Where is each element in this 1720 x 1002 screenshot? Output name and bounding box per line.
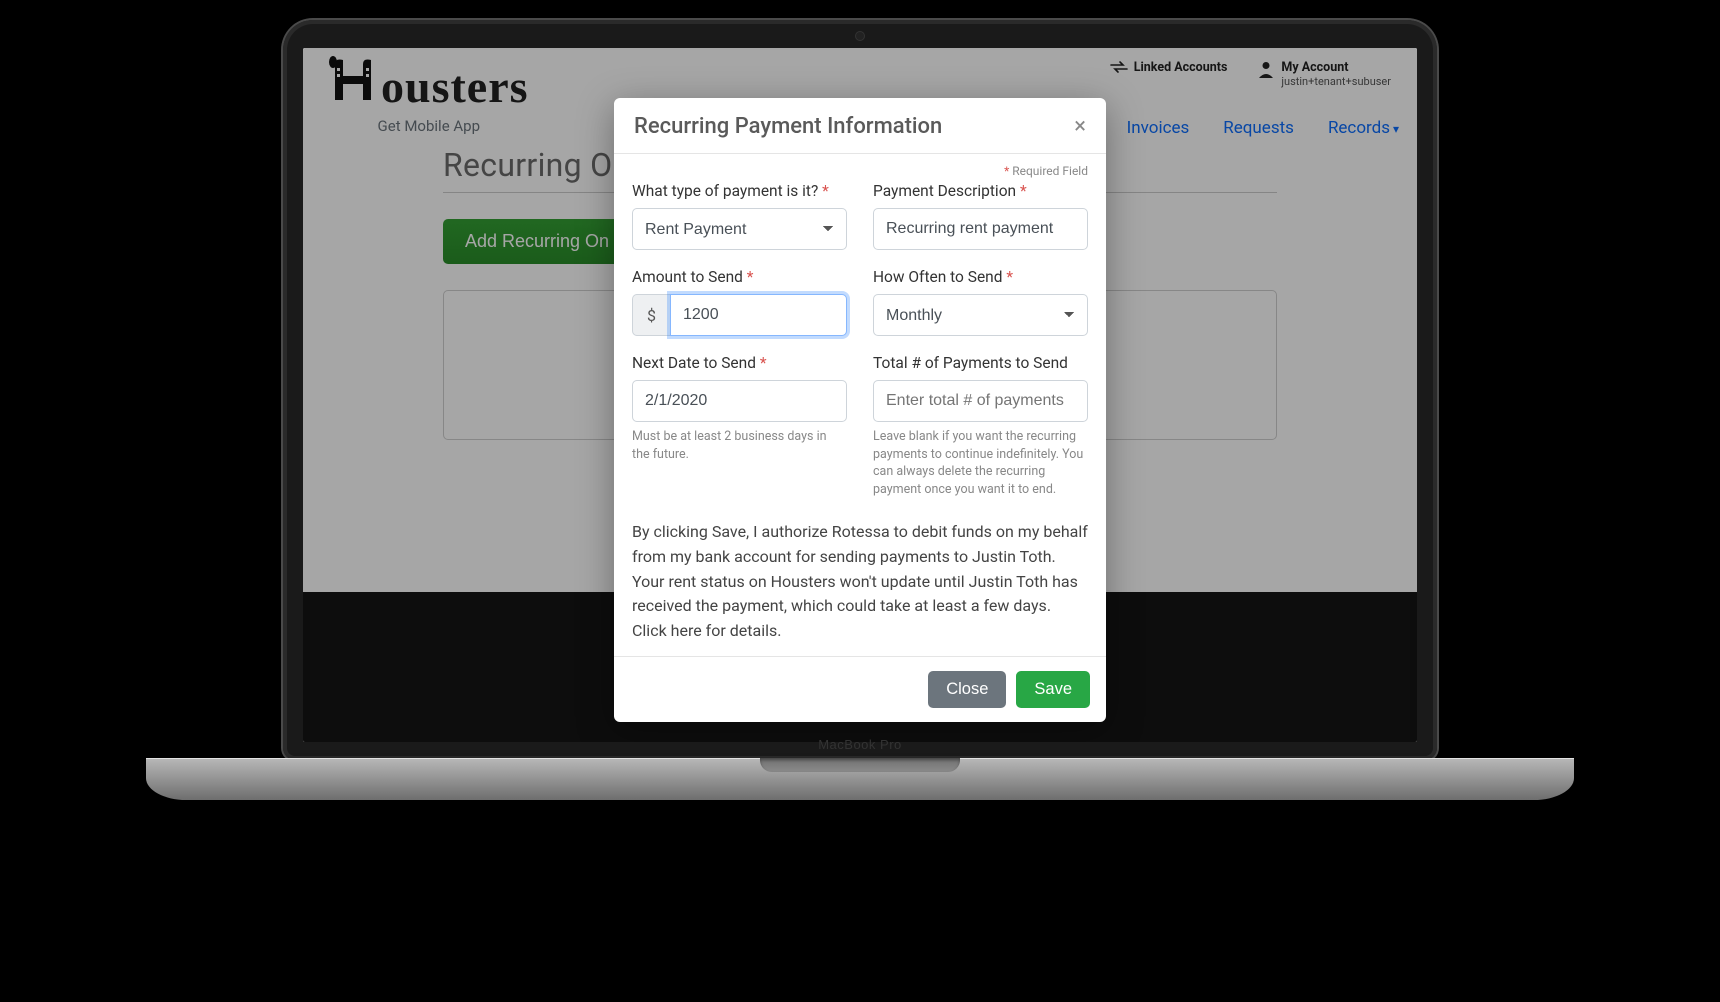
device-label: MacBook Pro <box>818 737 902 752</box>
trackpad-notch <box>760 758 960 772</box>
laptop-frame: ousters Get Mobile App Linked Accounts <box>283 20 1437 760</box>
next-date-label-text: Next Date to Send <box>632 354 756 372</box>
field-amount: Amount to Send * $ <box>632 268 847 336</box>
payment-type-label-text: What type of payment is it? <box>632 182 818 200</box>
laptop-base <box>146 758 1574 800</box>
save-button[interactable]: Save <box>1016 671 1090 708</box>
authorization-disclosure: By clicking Save, I authorize Rotessa to… <box>632 520 1088 644</box>
camera-dot <box>856 32 864 40</box>
field-total-payments: Total # of Payments to Send Leave blank … <box>873 354 1088 498</box>
next-date-help: Must be at least 2 business days in the … <box>632 428 847 463</box>
field-frequency: How Often to Send * Monthly <box>873 268 1088 336</box>
form-grid: What type of payment is it? * Rent Payme… <box>632 182 1088 498</box>
next-date-label: Next Date to Send * <box>632 354 847 372</box>
screen: ousters Get Mobile App Linked Accounts <box>303 48 1417 742</box>
close-icon[interactable]: × <box>1074 116 1086 138</box>
total-payments-label: Total # of Payments to Send <box>873 354 1088 372</box>
field-payment-description: Payment Description * <box>873 182 1088 250</box>
amount-label: Amount to Send * <box>632 268 847 286</box>
amount-label-text: Amount to Send <box>632 268 743 286</box>
payment-desc-label-text: Payment Description <box>873 182 1016 200</box>
total-payments-help: Leave blank if you want the recurring pa… <box>873 428 1088 498</box>
field-payment-type: What type of payment is it? * Rent Payme… <box>632 182 847 250</box>
recurring-payment-modal: Recurring Payment Information × * Requir… <box>614 98 1106 722</box>
modal-header: Recurring Payment Information × <box>614 98 1106 154</box>
modal-body: * Required Field What type of payment is… <box>614 154 1106 656</box>
next-date-input[interactable] <box>632 380 847 422</box>
frequency-label: How Often to Send * <box>873 268 1088 286</box>
payment-desc-label: Payment Description * <box>873 182 1088 200</box>
amount-input[interactable] <box>670 294 847 336</box>
payment-type-select[interactable]: Rent Payment <box>632 208 847 250</box>
total-payments-input[interactable] <box>873 380 1088 422</box>
amount-group: $ <box>632 294 847 336</box>
payment-desc-input[interactable] <box>873 208 1088 250</box>
app-root: ousters Get Mobile App Linked Accounts <box>303 48 1417 742</box>
required-note-text: Required Field <box>1012 164 1088 178</box>
frequency-label-text: How Often to Send <box>873 268 1002 286</box>
currency-prefix: $ <box>632 294 670 336</box>
required-note: * Required Field <box>632 164 1088 178</box>
field-next-date: Next Date to Send * Must be at least 2 b… <box>632 354 847 498</box>
modal-footer: Close Save <box>614 656 1106 722</box>
close-button[interactable]: Close <box>928 671 1006 708</box>
frequency-select[interactable]: Monthly <box>873 294 1088 336</box>
modal-title: Recurring Payment Information <box>634 114 942 139</box>
payment-type-label: What type of payment is it? * <box>632 182 847 200</box>
